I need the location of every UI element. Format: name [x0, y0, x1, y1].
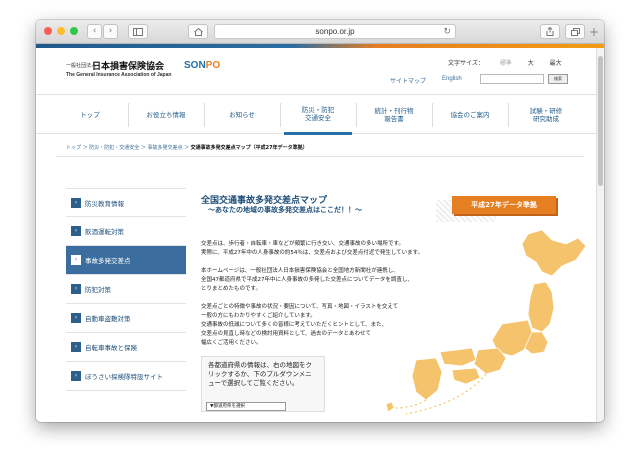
- font-size-switcher: 文字サイズ： 標準 大 最大: [448, 58, 562, 67]
- font-size-standard[interactable]: 標準: [500, 60, 512, 67]
- map-hokkaido[interactable]: [521, 229, 587, 277]
- breadcrumb-divider: [56, 156, 584, 157]
- breadcrumb-current: 交通事故多発交差点マップ（平成27年データ準拠）: [190, 145, 308, 151]
- sonpo-logo[interactable]: SONPO: [184, 60, 220, 71]
- gnav-divider: [204, 103, 205, 127]
- breadcrumb-safety[interactable]: 防災・防犯・交通安全: [89, 145, 139, 151]
- sidebar-item-label: 防犯対策: [85, 286, 111, 294]
- back-button[interactable]: ‹: [87, 24, 102, 39]
- minimize-window-button[interactable]: [57, 27, 65, 35]
- sidebar-item-car-theft[interactable]: › 自動車盗難対策: [66, 304, 186, 333]
- font-size-label: 文字サイズ：: [448, 60, 484, 67]
- sidebar-icon: [133, 28, 143, 36]
- sidebar-item-disaster-education[interactable]: › 防災教育情報: [66, 188, 186, 217]
- gnav-divider: [508, 103, 509, 127]
- breadcrumb-separator: ＞: [184, 145, 190, 151]
- sidebar-item-label: 自動車盗難対策: [85, 315, 131, 323]
- reload-icon[interactable]: ↻: [443, 25, 451, 38]
- sidebar-item-bicycle-insurance[interactable]: › 自転車事故と保険: [66, 333, 186, 362]
- prefecture-select-instructions: 各都道府県の情報は、右の地図をクリックするか、下のプルダウンメニューで選択してご…: [208, 361, 312, 387]
- map-tohoku[interactable]: [527, 281, 555, 333]
- data-year-badge: 平成27年データ準拠: [452, 196, 556, 214]
- logo-org-name[interactable]: 日本損害保険協会: [92, 59, 164, 72]
- prefecture-dropdown[interactable]: ▼都道府県を選択: [206, 402, 286, 411]
- breadcrumb-separator: ＞: [82, 145, 88, 151]
- breadcrumb: トップ ＞ 防災・防犯・交通安全 ＞ 事故多発交差点 ＞ 交通事故多発交差点マッ…: [66, 144, 308, 151]
- home-button[interactable]: [188, 24, 208, 39]
- breadcrumb-separator: ＞: [140, 145, 146, 151]
- gnav-safety[interactable]: 防災・防犯 交通安全: [284, 95, 352, 135]
- global-navigation: トップ お役立ち情報 お知らせ 防災・防犯 交通安全 統計・刊行物 報告書 協会…: [36, 94, 596, 135]
- gnav-divider: [432, 103, 433, 127]
- page-scrollbar[interactable]: [596, 48, 604, 422]
- japan-prefecture-map[interactable]: [366, 228, 591, 418]
- browser-toolbar: ‹ › sonpo.or.jp ↻ +: [36, 20, 604, 44]
- breadcrumb-top[interactable]: トップ: [66, 145, 81, 151]
- home-icon: [193, 27, 203, 36]
- sidebar-toggle-button[interactable]: [128, 24, 148, 39]
- share-button[interactable]: [540, 24, 560, 39]
- map-kansai[interactable]: [473, 347, 507, 375]
- map-shikoku[interactable]: [451, 367, 481, 385]
- gnav-statistics[interactable]: 統計・刊行物 報告書: [360, 95, 428, 135]
- search-input[interactable]: [480, 74, 544, 84]
- arrow-right-icon: ›: [71, 342, 81, 352]
- sonpo-logo-b: PO: [205, 60, 221, 71]
- close-window-button[interactable]: [44, 27, 52, 35]
- arrow-right-icon: ›: [71, 284, 81, 294]
- sidebar-item-label: 自転車事故と保険: [85, 344, 137, 352]
- sidebar-item-drunk-driving[interactable]: › 飲酒運転対策: [66, 217, 186, 246]
- browser-window: ‹ › sonpo.or.jp ↻ + 一般社団法人 日本損害保険協会 The …: [36, 20, 604, 422]
- arrow-right-icon: ›: [71, 313, 81, 323]
- tabs-icon: [570, 28, 580, 36]
- gnav-divider: [128, 103, 129, 127]
- gnav-exams[interactable]: 試験・研修 研究助成: [512, 95, 580, 135]
- arrow-right-icon: ›: [71, 371, 81, 381]
- breadcrumb-intersections[interactable]: 事故多発交差点: [147, 145, 182, 151]
- url-text: sonpo.or.jp: [315, 27, 355, 36]
- chevron-right-icon: ›: [108, 26, 113, 36]
- gnav-news[interactable]: お知らせ: [208, 95, 276, 135]
- gnav-divider: [280, 103, 281, 127]
- sidebar-item-label: 飲酒運転対策: [85, 228, 124, 236]
- address-bar[interactable]: sonpo.or.jp ↻: [214, 24, 456, 39]
- english-link[interactable]: English: [442, 76, 462, 82]
- map-chugoku[interactable]: [439, 347, 477, 367]
- gnav-divider: [356, 103, 357, 127]
- sidebar-item-accident-intersections[interactable]: › 事故多発交差点: [66, 246, 186, 275]
- font-size-max[interactable]: 最大: [550, 60, 562, 67]
- arrow-right-icon: ›: [71, 226, 81, 236]
- web-page: 一般社団法人 日本損害保険協会 The General Insurance As…: [36, 48, 596, 422]
- chevron-left-icon: ‹: [92, 26, 97, 36]
- logo-english-name: The General Insurance Association of Jap…: [66, 72, 172, 78]
- new-tab-plus-icon[interactable]: +: [589, 26, 599, 38]
- sidebar-item-crime-prevention[interactable]: › 防犯対策: [66, 275, 186, 304]
- map-okinawa[interactable]: [385, 401, 395, 413]
- sonpo-logo-a: SON: [184, 60, 206, 71]
- zoom-window-button[interactable]: [70, 27, 78, 35]
- side-navigation: › 防災教育情報 › 飲酒運転対策 › 事故多発交差点 › 防犯対策 › 自動車盗難対策 …: [66, 188, 186, 391]
- sidebar-item-label: 防災教育情報: [85, 199, 124, 208]
- share-icon: [546, 26, 554, 36]
- arrow-right-icon: ›: [71, 198, 81, 208]
- font-size-large[interactable]: 大: [528, 60, 534, 67]
- gnav-top[interactable]: トップ: [56, 95, 124, 135]
- gnav-about[interactable]: 協会のご案内: [436, 95, 504, 135]
- sidebar-item-bousai-tankentai[interactable]: › ぼうさい探検隊特設サイト: [66, 362, 186, 391]
- tabs-button[interactable]: [565, 24, 585, 39]
- map-kyushu[interactable]: [411, 357, 443, 401]
- sitemap-link[interactable]: サイトマップ: [390, 76, 426, 85]
- sidebar-item-label: 事故多発交差点: [85, 257, 131, 265]
- sidebar-item-label: ぼうさい探検隊特設サイト: [85, 373, 163, 381]
- forward-button[interactable]: ›: [103, 24, 118, 39]
- scrollbar-thumb[interactable]: [598, 56, 603, 186]
- search-button[interactable]: 検索: [548, 74, 568, 84]
- arrow-right-icon: ›: [71, 255, 81, 265]
- gnav-useful-info[interactable]: お役立ち情報: [132, 95, 200, 135]
- page-subtitle: ～あなたの地域の事故多発交差点はここだ！！～: [208, 206, 362, 214]
